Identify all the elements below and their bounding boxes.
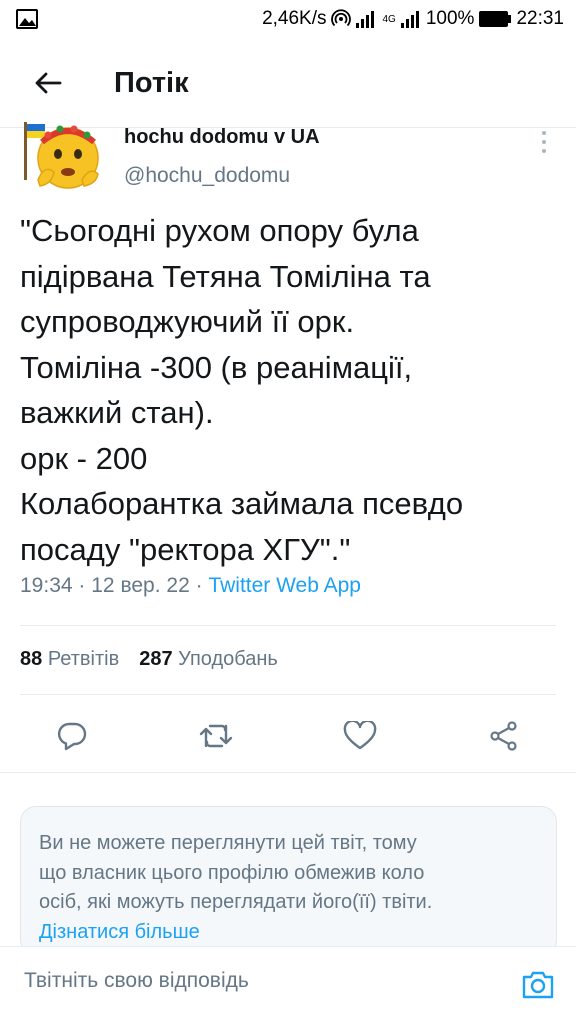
heart-icon: [343, 721, 377, 750]
reply-composer: Твітніть свою відповідь: [0, 946, 576, 1024]
arrow-left-icon: [35, 72, 62, 94]
tweet-source-link[interactable]: Twitter Web App: [208, 574, 361, 597]
status-right: 2,46K/s 4G 100% 22:31: [262, 8, 564, 30]
tweet-stats: 88 Ретвітів 287 Уподобань: [20, 648, 278, 671]
author-handle[interactable]: @hochu_dodomu: [124, 164, 290, 188]
page-title: Потік: [114, 66, 189, 99]
likes-stat[interactable]: 287 Уподобань: [139, 648, 278, 671]
share-button[interactable]: [478, 710, 530, 762]
battery-icon: [479, 11, 512, 27]
reply-button[interactable]: [46, 710, 98, 762]
author-name[interactable]: hochu dodomu v UA: [124, 126, 320, 149]
likes-count: 287: [139, 648, 173, 670]
camera-button[interactable]: [518, 965, 558, 1005]
retweet-button[interactable]: [190, 710, 242, 762]
tweet-actions: [0, 710, 576, 762]
retweets-label: Ретвітів: [47, 648, 120, 670]
tweet-text-line: посаду "ректора ХГУ".": [20, 531, 351, 567]
divider: [0, 772, 576, 773]
share-icon: [490, 721, 517, 751]
tweet-date: 12 вер. 22: [91, 574, 190, 597]
avatar-emoji-icon: [24, 122, 99, 189]
reply-icon: [57, 722, 87, 751]
tweet-text-line: "Сьогодні рухом опору була: [20, 213, 419, 248]
restricted-tweet-notice: Ви не можете переглянути цей твіт, тому …: [20, 806, 557, 956]
retweets-stat[interactable]: 88 Ретвітів: [20, 648, 119, 671]
tweet-text-line: Томіліна -300 (в реанімації,: [20, 349, 413, 385]
network-type-label: 4G: [382, 13, 396, 25]
retweet-icon: [199, 724, 233, 748]
meta-separator: ·: [195, 574, 203, 597]
camera-icon: [522, 971, 554, 999]
signal-icon-secondary: [400, 11, 419, 28]
signal-icon: [355, 11, 374, 28]
tweet-text-line: супроводжуючий її орк.: [20, 304, 355, 339]
hotspot-icon: [330, 9, 351, 27]
divider: [20, 694, 556, 695]
more-dot: [542, 131, 546, 135]
meta-separator: ·: [78, 574, 86, 597]
tweet-meta: 19:34 · 12 вер. 22 · Twitter Web App: [20, 574, 361, 598]
notice-line: що власник цього профілю обмежив коло: [39, 861, 425, 884]
tweet-text-line: підірвана Тетяна Томіліна та: [20, 258, 431, 294]
like-button[interactable]: [334, 710, 386, 762]
likes-label: Уподобань: [178, 648, 278, 670]
more-dot: [542, 140, 546, 144]
tweet-text: "Сьогодні рухом опору була підірвана Тет…: [20, 208, 565, 572]
top-app-bar: Потік: [0, 38, 576, 128]
divider: [20, 625, 556, 626]
retweets-count: 88: [20, 648, 43, 670]
gallery-notification-icon: [16, 9, 38, 29]
tweet-text-line: Колаборантка займала псевдо: [20, 486, 464, 521]
reply-input[interactable]: Твітніть свою відповідь: [24, 969, 249, 993]
learn-more-link[interactable]: Дізнатися більше: [39, 918, 538, 948]
notice-line: Ви не можете переглянути цей твіт, тому: [39, 832, 417, 854]
tweet-text-line: важкий стан).: [20, 395, 214, 430]
more-options-button[interactable]: [530, 124, 558, 160]
clock: 22:31: [516, 8, 564, 29]
tweet-time: 19:34: [20, 574, 73, 597]
network-speed: 2,46K/s: [262, 8, 327, 29]
tweet-text-line: орк - 200: [20, 440, 148, 476]
battery-percent: 100%: [425, 8, 475, 29]
status-left: [16, 9, 262, 29]
notice-line: осіб, які можуть переглядати його(її) тв…: [39, 891, 433, 913]
more-dot: [542, 149, 546, 153]
avatar[interactable]: [18, 120, 106, 192]
back-button[interactable]: [18, 53, 78, 113]
status-bar: 2,46K/s 4G 100% 22:31: [0, 0, 576, 38]
